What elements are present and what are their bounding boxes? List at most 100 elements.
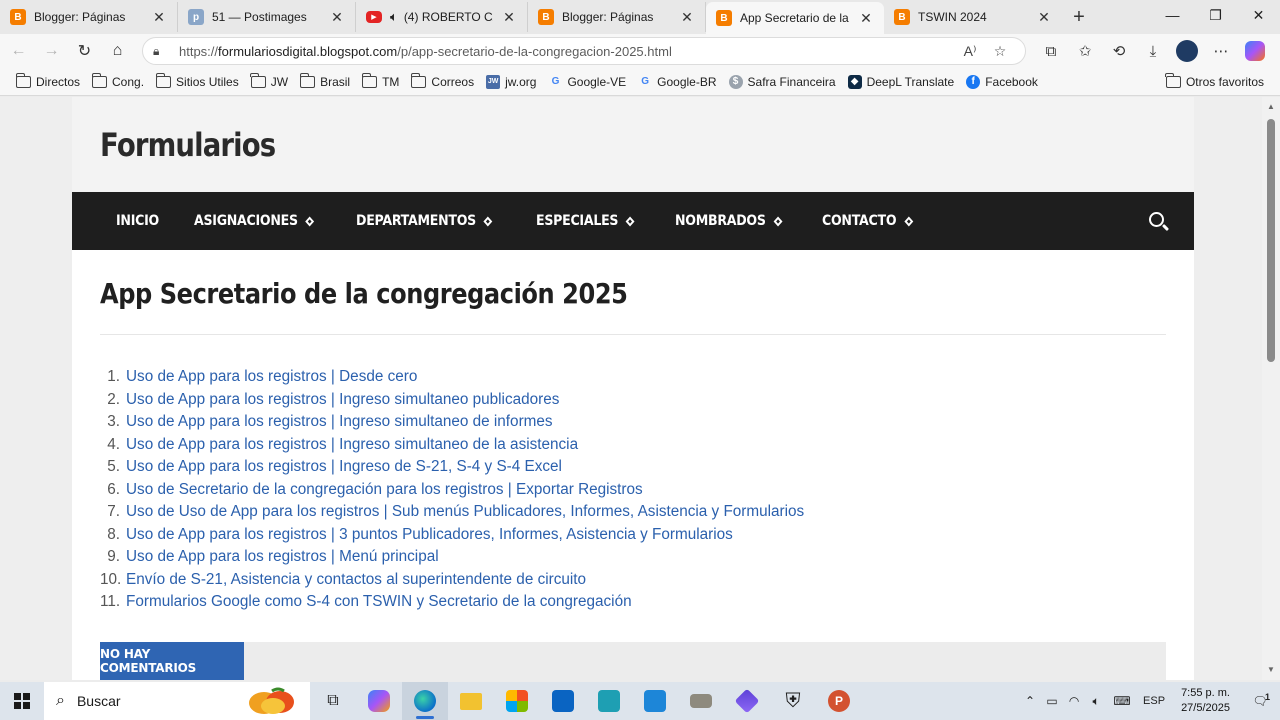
bookmark-folder[interactable]: Correos (405, 71, 480, 93)
menu-item-departamentos[interactable]: DEPARTAMENTOS (356, 213, 493, 229)
extensions-icon[interactable]: ⧉ (1034, 36, 1068, 66)
mango-search-highlight-icon (249, 687, 294, 714)
site-title[interactable]: Formularios (100, 126, 276, 164)
bookmark-folder[interactable]: Brasil (294, 71, 356, 93)
history-icon[interactable]: ⟲ (1102, 36, 1136, 66)
edge-app[interactable] (402, 682, 448, 720)
blogger-icon: B (716, 10, 732, 26)
search-icon[interactable] (1149, 212, 1164, 227)
powerpoint-app[interactable]: P (816, 682, 862, 720)
clock[interactable]: 7:55 p. m. 27/5/2025 (1181, 686, 1230, 716)
favorite-star-icon[interactable]: ☆ (985, 43, 1015, 60)
wifi-icon[interactable]: ◠ (1063, 694, 1085, 708)
post-link[interactable]: Formularios Google como S-4 con TSWIN y … (126, 593, 632, 611)
folder-icon (155, 72, 172, 88)
post-link[interactable]: Uso de Secretario de la congregación par… (126, 481, 643, 499)
volume-icon[interactable]: 🔈︎ (1085, 694, 1107, 709)
forward-button[interactable]: → (35, 36, 68, 66)
scrollbar-thumb[interactable] (1267, 119, 1275, 362)
close-window-button[interactable]: ✕ (1237, 0, 1280, 30)
copilot-icon[interactable] (1238, 36, 1272, 66)
menu-item-asignaciones[interactable]: ASIGNACIONES (194, 213, 315, 229)
bookmark-link[interactable]: G Google-VE (542, 71, 632, 93)
remote-desktop-app[interactable] (632, 682, 678, 720)
post-link[interactable]: Uso de App para los registros | Ingreso … (126, 391, 559, 409)
post-link[interactable]: Uso de App para los registros | Menú pri… (126, 548, 439, 566)
close-tab-icon[interactable]: ✕ (679, 9, 695, 26)
security-app[interactable]: ⛨ (770, 682, 816, 720)
menu-item-contacto[interactable]: CONTACTO (822, 213, 914, 229)
taskbar-search[interactable]: ⌕ Buscar (44, 682, 310, 720)
calculator-app[interactable] (586, 682, 632, 720)
close-tab-icon[interactable]: ✕ (858, 10, 874, 27)
new-tab-button[interactable]: + (1062, 2, 1096, 32)
clipchamp-app[interactable] (724, 682, 770, 720)
bookmark-link[interactable]: JW jw.org (480, 71, 542, 93)
address-bar[interactable]: 🔒︎ https://formulariosdigital.blogspot.c… (142, 37, 1026, 65)
scroll-up-arrow-icon[interactable]: ▲ (1262, 99, 1280, 115)
reload-button[interactable]: ↻ (68, 36, 101, 66)
post-link[interactable]: Uso de App para los registros | Ingreso … (126, 458, 562, 476)
bookmark-folder[interactable]: TM (356, 71, 405, 93)
post-link[interactable]: Uso de App para los registros | Ingreso … (126, 413, 553, 431)
menu-item-inicio[interactable]: INICIO (116, 213, 159, 229)
favorites-icon[interactable]: ✩ (1068, 36, 1102, 66)
other-favorites-folder[interactable]: Otros favoritos (1160, 71, 1270, 93)
store-app[interactable] (494, 682, 540, 720)
scanner-app[interactable] (678, 682, 724, 720)
bookmark-link[interactable]: $ Safra Financeira (723, 71, 842, 93)
close-tab-icon[interactable]: ✕ (1036, 9, 1052, 26)
restore-button[interactable]: ❐ (1194, 0, 1237, 30)
site-info-icon[interactable]: 🔒︎ (153, 44, 169, 59)
post-link[interactable]: Uso de App para los registros | Ingreso … (126, 436, 578, 454)
notifications-icon[interactable]: 🗨︎ 1 (1240, 692, 1280, 708)
close-tab-icon[interactable]: ✕ (151, 9, 167, 26)
scroll-down-arrow-icon[interactable]: ▼ (1262, 662, 1280, 678)
browser-tab[interactable]: p 51 — Postimages ✕ (178, 2, 356, 32)
language-indicator[interactable]: ESP (1137, 695, 1171, 707)
browser-tab[interactable]: B TSWIN 2024 ✕ (884, 2, 1062, 32)
start-button[interactable] (0, 682, 44, 720)
copilot-app[interactable] (356, 682, 402, 720)
read-aloud-icon[interactable]: A⁾ (955, 43, 985, 60)
list-item: 4. Uso de App para los registros | Ingres… (107, 435, 579, 454)
outlook-app[interactable] (540, 682, 586, 720)
minimize-button[interactable]: — (1151, 0, 1194, 30)
close-tab-icon[interactable]: ✕ (501, 9, 517, 26)
browser-tab-active[interactable]: B App Secretario de la congregación ✕ (706, 2, 884, 34)
page-scrollbar[interactable]: ▲ ▼ (1262, 97, 1280, 680)
tab-title: 51 — Postimages (212, 10, 307, 24)
profile-avatar[interactable] (1170, 36, 1204, 66)
post-link[interactable]: Uso de App para los registros | 3 puntos… (126, 526, 733, 544)
file-explorer-app[interactable] (448, 682, 494, 720)
bookmark-link[interactable]: f Facebook (960, 71, 1044, 93)
post-link[interactable]: Uso de Uso de App para los registros | S… (126, 503, 804, 521)
bookmark-folder[interactable]: Cong. (86, 71, 150, 93)
browser-tab[interactable]: ▶ 🔈︎ (4) ROBERTO CARLOS ✕ (356, 2, 528, 32)
bookmark-link[interactable]: ◆ DeepL Translate (842, 71, 961, 93)
menu-item-especiales[interactable]: ESPECIALES (536, 213, 636, 229)
browser-tab[interactable]: B Blogger: Páginas ✕ (528, 2, 706, 32)
bookmark-folder[interactable]: JW (245, 71, 294, 93)
copilot-icon (368, 690, 390, 712)
post-link[interactable]: Uso de App para los registros | Desde ce… (126, 368, 417, 386)
downloads-icon[interactable]: ⤓ (1136, 36, 1170, 66)
chevron-up-icon[interactable]: ⌃ (1019, 694, 1041, 708)
more-menu-icon[interactable]: ⋯ (1204, 36, 1238, 66)
speaker-icon[interactable]: 🔈︎ (390, 9, 398, 25)
site-header: Formularios (72, 97, 1194, 192)
url-text[interactable]: https://formulariosdigital.blogspot.com/… (179, 44, 955, 59)
back-button[interactable]: ← (2, 36, 35, 66)
browser-tab[interactable]: B Blogger: Páginas ✕ (0, 2, 178, 32)
bookmark-folder[interactable]: Sitios Utiles (150, 71, 245, 93)
bookmark-link[interactable]: G Google-BR (632, 71, 722, 93)
home-button[interactable]: ⌂ (101, 36, 134, 66)
menu-item-nombrados[interactable]: NOMBRADOS (675, 213, 782, 229)
task-view-button[interactable]: ⧉ (310, 682, 356, 720)
keyboard-icon[interactable]: ⌨ (1107, 694, 1137, 708)
bookmark-folder[interactable]: Directos (10, 71, 86, 93)
battery-icon[interactable]: ▭ (1041, 694, 1063, 708)
close-tab-icon[interactable]: ✕ (329, 9, 345, 26)
comments-tab[interactable]: NO HAY COMENTARIOS (100, 642, 244, 680)
post-link[interactable]: Envío de S-21, Asistencia y contactos al… (126, 571, 586, 589)
